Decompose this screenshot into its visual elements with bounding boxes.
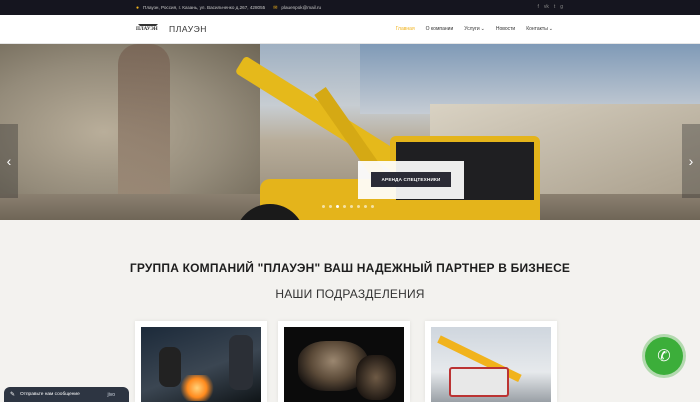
address-item: ● Плаузн, Россия, г. Казань, ул. Васильч… xyxy=(136,5,265,11)
phone-icon: ✆ xyxy=(657,348,671,365)
address-text: Плаузн, Россия, г. Казань, ул. Васильчен… xyxy=(143,5,266,10)
division-card-welding[interactable] xyxy=(135,321,267,402)
menu-item-services-label: Услуги xyxy=(464,26,480,32)
brand-name[interactable]: ПЛАУЭН xyxy=(169,24,207,34)
logo-mark: ПЛАУЭН xyxy=(136,24,160,34)
main-header: ПЛАУЭН ПЛАУЭН Главная О компании Услуги⌄… xyxy=(0,15,700,44)
email-link[interactable]: plauenpok@mail.ru xyxy=(281,5,321,10)
social-links: f vk t g xyxy=(537,4,563,10)
email-item[interactable]: ✉ plauenpok@mail.ru xyxy=(273,5,321,11)
twitter-icon[interactable]: t xyxy=(554,4,555,10)
logo-text: ПЛАУЭН xyxy=(136,27,158,32)
section-title: НАШИ ПОДРАЗДЕЛЕНИЯ xyxy=(275,287,425,301)
welder-figure xyxy=(229,335,253,390)
facebook-icon[interactable]: f xyxy=(537,4,538,10)
metal-flower xyxy=(356,355,396,400)
menu-item-news[interactable]: Новости xyxy=(496,26,515,32)
jivo-logo: jivo xyxy=(107,391,115,398)
vk-icon[interactable]: vk xyxy=(544,4,549,10)
google-icon[interactable]: g xyxy=(560,4,563,10)
division-card-forging[interactable] xyxy=(278,321,410,402)
menu-item-contacts[interactable]: Контакты⌄ xyxy=(526,26,553,32)
main-menu: Главная О компании Услуги⌄ Новости Конта… xyxy=(396,26,553,32)
chevron-left-icon: ‹ xyxy=(6,153,12,169)
chat-widget[interactable]: ✎ Отправьте нам сообщение jivo xyxy=(4,387,129,402)
slide-caption-box: АРЕНДА СПЕЦТЕХНИКИ xyxy=(358,161,464,199)
callback-phone-button[interactable]: ✆ xyxy=(645,337,683,375)
slider-prev-button[interactable]: ‹ xyxy=(0,124,18,198)
slider-dot[interactable] xyxy=(357,205,360,208)
chevron-right-icon: › xyxy=(688,153,694,169)
page-headline: ГРУППА КОМПАНИЙ "ПЛАУЭН" ВАШ НАДЕЖНЫЙ ПА… xyxy=(129,261,571,275)
welding-sparks xyxy=(177,375,217,401)
crane-truck-image xyxy=(431,327,551,402)
slider-dot[interactable] xyxy=(343,205,346,208)
division-card-crane[interactable] xyxy=(425,321,557,402)
slider-dot[interactable] xyxy=(350,205,353,208)
top-contact-bar: ● Плаузн, Россия, г. Казань, ул. Васильч… xyxy=(0,0,700,15)
rent-equipment-button[interactable]: АРЕНДА СПЕЦТЕХНИКИ xyxy=(371,172,451,187)
slider-dot-active[interactable] xyxy=(336,205,339,208)
welding-image xyxy=(141,327,261,402)
chevron-down-icon: ⌄ xyxy=(480,26,485,32)
menu-item-home[interactable]: Главная xyxy=(396,26,415,32)
chat-bubble-icon: ✎ xyxy=(10,392,16,398)
truck-cab xyxy=(449,367,509,397)
slider-dots xyxy=(322,205,374,208)
slider-dot[interactable] xyxy=(329,205,332,208)
slider-dot[interactable] xyxy=(322,205,325,208)
forged-flowers-image xyxy=(284,327,404,402)
menu-item-contacts-label: Контакты xyxy=(526,26,548,32)
chevron-down-icon: ⌄ xyxy=(548,26,553,32)
slider-next-button[interactable]: › xyxy=(682,124,700,198)
menu-item-services[interactable]: Услуги⌄ xyxy=(464,26,485,32)
hero-slider: ‹ › АРЕНДА СПЕЦТЕХНИКИ xyxy=(0,44,700,220)
menu-item-about[interactable]: О компании xyxy=(426,26,454,32)
slider-dot[interactable] xyxy=(364,205,367,208)
map-pin-icon: ● xyxy=(136,4,140,11)
chat-label: Отправьте нам сообщение xyxy=(20,392,80,397)
mail-icon: ✉ xyxy=(273,4,278,11)
logo[interactable]: ПЛАУЭН ПЛАУЭН xyxy=(136,24,207,34)
slider-dot[interactable] xyxy=(371,205,374,208)
